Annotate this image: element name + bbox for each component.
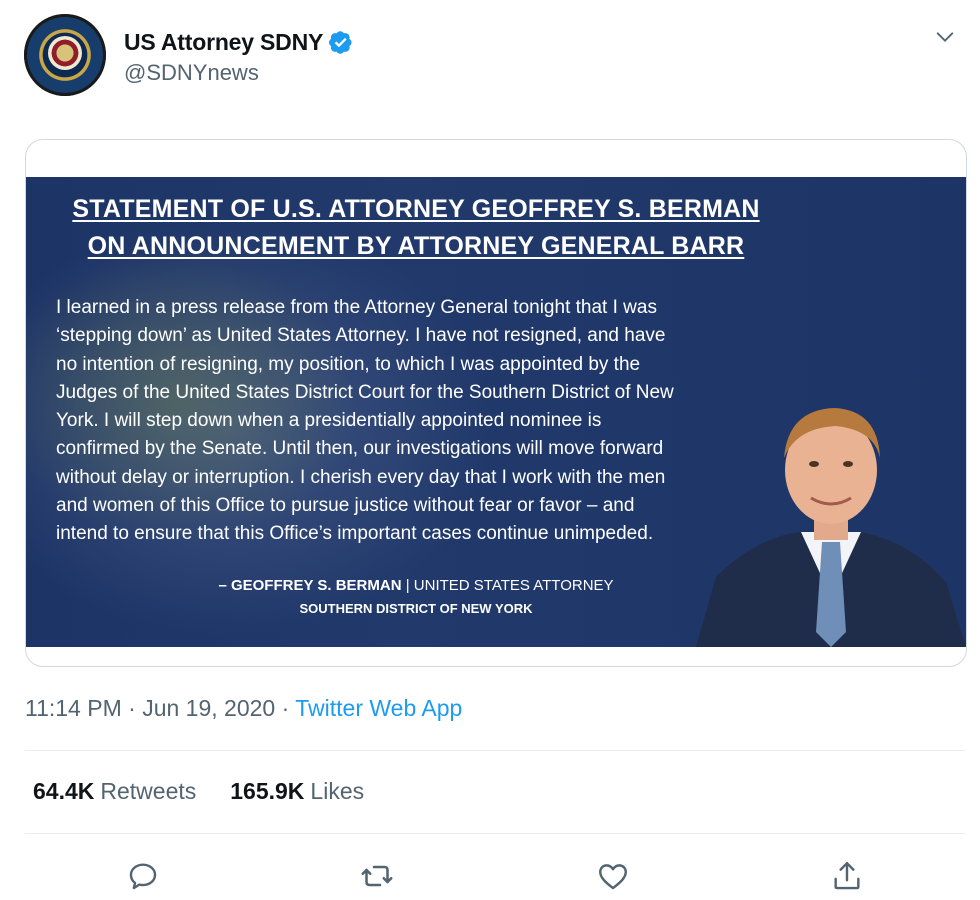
statement-line: York. I will step down when a presidenti…	[56, 410, 602, 432]
tweet-time[interactable]: 11:14 PM	[25, 695, 122, 721]
tweet-stats: 64.4K Retweets 165.9K Likes	[33, 778, 364, 805]
statement-line: Judges of the United States District Cou…	[56, 381, 674, 403]
divider	[25, 833, 965, 834]
statement-line: ‘stepping down’ as United States Attorne…	[56, 325, 666, 347]
likes-stat[interactable]: 165.9K Likes	[230, 778, 364, 805]
like-button[interactable]	[593, 856, 633, 896]
reply-icon	[129, 863, 157, 890]
statement-body: I learned in a press release from the At…	[56, 294, 776, 549]
chevron-down-icon[interactable]	[934, 26, 956, 48]
retweets-label: Retweets	[100, 778, 197, 804]
author-name-row[interactable]: US Attorney SDNY	[124, 26, 353, 58]
retweets-stat[interactable]: 64.4K Retweets	[33, 778, 196, 805]
seal-emblem	[48, 36, 82, 70]
likes-label: Likes	[310, 778, 365, 804]
signature-district: SOUTHERN DISTRICT OF NEW YORK	[299, 601, 533, 616]
portrait-photo	[696, 408, 966, 647]
reply-button[interactable]	[123, 856, 163, 896]
tweet-meta: 11:14 PM · Jun 19, 2020 · Twitter Web Ap…	[25, 695, 462, 722]
share-icon	[834, 862, 860, 890]
like-icon	[599, 864, 627, 890]
statement-image[interactable]: STATEMENT OF U.S. ATTORNEY GEOFFREY S. B…	[26, 177, 966, 647]
tweet-source-link[interactable]: Twitter Web App	[295, 695, 462, 721]
signature-name: – GEOFFREY S. BERMAN	[218, 577, 402, 594]
divider	[25, 750, 965, 751]
share-button[interactable]	[827, 856, 867, 896]
statement-line: without delay or interruption. I cherish…	[56, 466, 666, 488]
tweet-media-card[interactable]: STATEMENT OF U.S. ATTORNEY GEOFFREY S. B…	[25, 139, 967, 667]
statement-signature: – GEOFFREY S. BERMAN | UNITED STATES ATT…	[26, 577, 806, 594]
statement-line: no intention of resigning, my position, …	[56, 353, 641, 375]
statement-line: intend to ensure that this Office’s impo…	[56, 523, 654, 545]
display-name[interactable]: US Attorney SDNY	[124, 29, 323, 56]
tweet-date[interactable]: Jun 19, 2020	[142, 695, 275, 721]
retweet-button[interactable]	[357, 856, 397, 896]
signature-separator: |	[405, 577, 410, 594]
author-handle[interactable]: @SDNYnews	[124, 60, 259, 86]
meta-separator: ·	[281, 695, 290, 721]
meta-separator: ·	[128, 695, 136, 721]
statement-line: I learned in a press release from the At…	[56, 297, 657, 318]
signature-role: UNITED STATES ATTORNEY	[413, 577, 614, 594]
tweet-actions	[0, 856, 980, 896]
likes-count: 165.9K	[230, 778, 305, 804]
statement-title-line2: ON ANNOUNCEMENT BY ATTORNEY GENERAL BARR	[87, 232, 745, 260]
verified-badge-icon	[329, 31, 352, 54]
tweet-header: US Attorney SDNY @SDNYnews	[24, 14, 964, 98]
avatar[interactable]	[24, 14, 106, 96]
statement-line: and women of this Office to pursue justi…	[56, 495, 635, 517]
retweets-count: 64.4K	[33, 778, 95, 804]
retweet-icon	[361, 865, 393, 887]
statement-line: confirmed by the Senate. Until then, our…	[56, 438, 664, 460]
statement-title-line1: STATEMENT OF U.S. ATTORNEY GEOFFREY S. B…	[72, 195, 760, 223]
